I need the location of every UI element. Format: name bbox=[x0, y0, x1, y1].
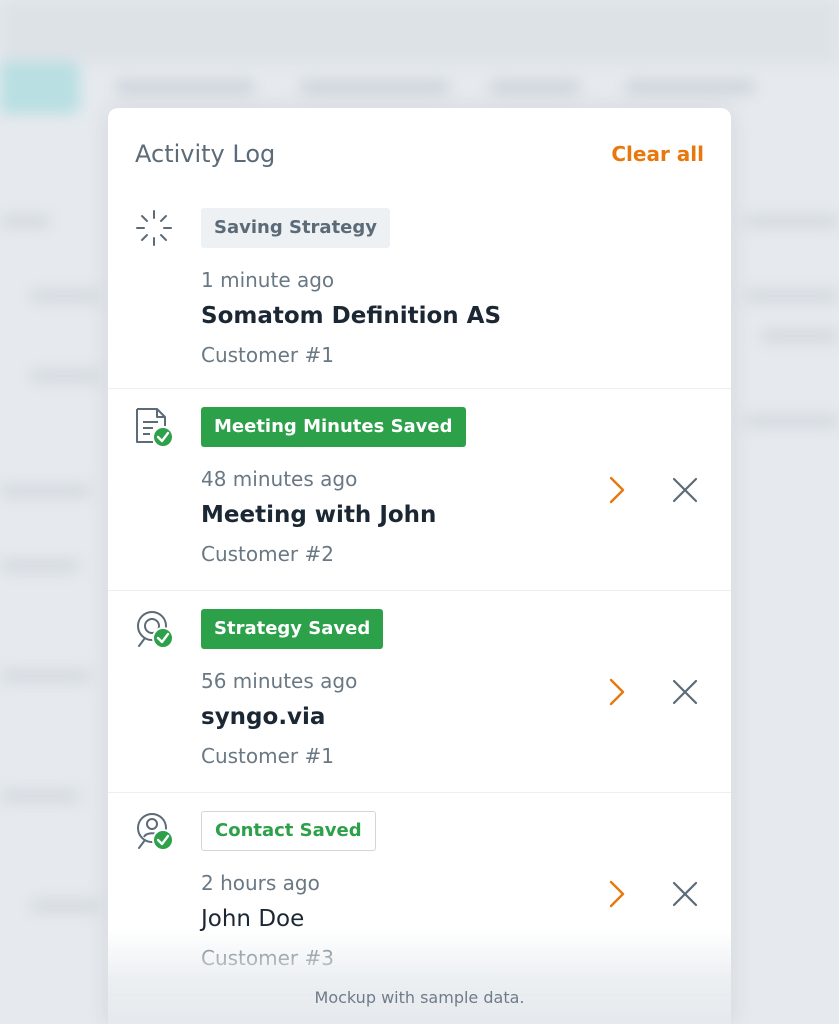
panel-header: Activity Log Clear all bbox=[108, 108, 731, 190]
background-line bbox=[745, 415, 839, 427]
status-badge: Saving Strategy bbox=[201, 208, 391, 248]
item-title: Meeting with John bbox=[201, 502, 437, 528]
background-topbar bbox=[0, 0, 839, 64]
item-title: syngo.via bbox=[201, 704, 326, 730]
document-check-icon bbox=[136, 408, 174, 448]
item-customer: Customer #2 bbox=[201, 542, 334, 566]
background-line bbox=[30, 370, 100, 382]
contact-check-icon bbox=[137, 813, 174, 851]
close-icon[interactable] bbox=[670, 677, 700, 707]
item-customer: Customer #1 bbox=[201, 744, 334, 768]
chevron-right-icon[interactable] bbox=[605, 475, 629, 505]
item-timestamp: 48 minutes ago bbox=[201, 467, 358, 491]
background-line bbox=[30, 900, 100, 912]
close-icon[interactable] bbox=[670, 879, 700, 909]
mockup-footnote: Mockup with sample data. bbox=[314, 988, 525, 1007]
activity-item: Contact Saved 2 hours ago John Doe Custo… bbox=[108, 793, 731, 995]
background-tab bbox=[490, 80, 580, 94]
background-line bbox=[0, 670, 90, 682]
activity-item: Saving Strategy 1 minute ago Somatom Def… bbox=[108, 190, 731, 389]
chevron-right-icon[interactable] bbox=[605, 879, 629, 909]
background-tab bbox=[115, 80, 255, 94]
background-line bbox=[0, 215, 50, 227]
background-line bbox=[0, 560, 80, 572]
background-tab bbox=[300, 80, 450, 94]
close-icon[interactable] bbox=[670, 475, 700, 505]
clear-all-button[interactable]: Clear all bbox=[611, 142, 704, 166]
status-badge: Meeting Minutes Saved bbox=[201, 407, 466, 447]
background-tab bbox=[625, 80, 755, 94]
loading-spinner-icon bbox=[136, 210, 172, 246]
strategy-check-icon bbox=[137, 611, 174, 649]
item-timestamp: 1 minute ago bbox=[201, 268, 335, 292]
background-line bbox=[0, 790, 80, 802]
background-line bbox=[745, 290, 839, 302]
panel-title: Activity Log bbox=[135, 140, 276, 168]
item-timestamp: 2 hours ago bbox=[201, 871, 320, 895]
status-badge: Contact Saved bbox=[201, 811, 376, 851]
background-accent-pill bbox=[0, 62, 80, 114]
background-line bbox=[745, 215, 839, 227]
background-line bbox=[0, 485, 90, 497]
item-customer: Customer #1 bbox=[201, 343, 334, 367]
item-title: Somatom Definition AS bbox=[201, 303, 502, 329]
status-badge: Strategy Saved bbox=[201, 609, 384, 649]
chevron-right-icon[interactable] bbox=[605, 677, 629, 707]
background-line bbox=[30, 290, 100, 302]
activity-item: Strategy Saved 56 minutes ago syngo.via … bbox=[108, 591, 731, 793]
item-customer: Customer #3 bbox=[201, 946, 334, 970]
activity-log-panel: Activity Log Clear all Saving Strategy 1… bbox=[108, 108, 731, 1024]
item-timestamp: 56 minutes ago bbox=[201, 669, 358, 693]
activity-item: Meeting Minutes Saved 48 minutes ago Mee… bbox=[108, 389, 731, 591]
background-line bbox=[760, 330, 839, 342]
item-title: John Doe bbox=[201, 906, 305, 932]
